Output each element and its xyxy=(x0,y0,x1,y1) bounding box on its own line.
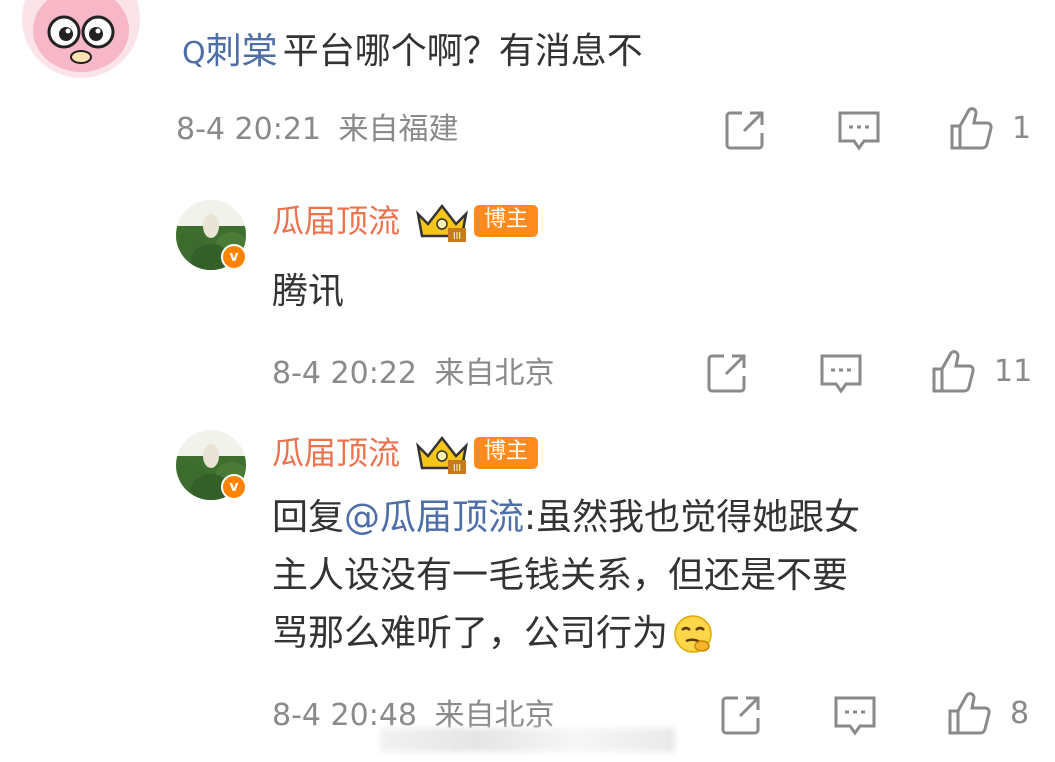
crown-icon: III xyxy=(416,435,468,474)
comment-icon xyxy=(820,354,862,394)
share-icon xyxy=(725,111,764,150)
comment-button[interactable] xyxy=(832,692,878,742)
reply-location: 来自北京 xyxy=(434,356,555,391)
thinking-emoji-icon xyxy=(674,615,712,653)
thumbs-up-icon xyxy=(950,107,993,150)
comment-button[interactable] xyxy=(818,350,864,400)
comment-icon xyxy=(838,111,880,151)
reply-date: 8-4 20:22 xyxy=(272,356,417,391)
reply-prefix: 回复 xyxy=(272,497,345,538)
pink-cartoon-avatar-icon xyxy=(33,0,129,72)
blurred-overlay xyxy=(380,728,675,752)
share-button[interactable] xyxy=(722,107,768,157)
rank-mark: III xyxy=(453,463,461,474)
reply-header: 瓜届顶流 III 博主 xyxy=(272,432,539,474)
like-button[interactable]: 11 xyxy=(930,349,1032,395)
verified-badge-icon: v xyxy=(221,244,247,270)
share-button[interactable] xyxy=(718,692,764,742)
comment-icon xyxy=(834,696,876,736)
blogger-badge: 博主 xyxy=(474,205,539,237)
blogger-badge: 博主 xyxy=(474,437,539,469)
reply-header: 瓜届顶流 III 博主 xyxy=(272,200,539,242)
reply-meta: 8-4 20:22 来自北京 xyxy=(272,356,555,392)
commenter-username[interactable]: 刺棠 xyxy=(206,31,278,72)
reply-username[interactable]: 瓜届顶流 xyxy=(272,433,400,473)
reply-text-rest: :虽然我也觉得她跟女 xyxy=(524,497,861,538)
like-count: 11 xyxy=(994,354,1033,389)
like-button[interactable]: 8 xyxy=(946,691,1029,737)
comment-date: 8-4 20:21 xyxy=(176,112,321,147)
verified-badge-icon: v xyxy=(221,474,247,500)
rank-mark: III xyxy=(453,231,461,242)
share-button[interactable] xyxy=(704,350,750,400)
reply-username[interactable]: 瓜届顶流 xyxy=(272,201,400,241)
commenter-avatar[interactable] xyxy=(22,0,140,78)
reply-text-line-3-text: 骂那么难听了，公司行为 xyxy=(272,613,669,654)
reply-text-line-1: 回复@瓜届顶流:虽然我也觉得她跟女 xyxy=(272,496,860,540)
thumbs-up-icon xyxy=(948,692,991,735)
share-icon xyxy=(721,696,760,735)
reply-text-line-2: 主人设没有一毛钱关系，但还是不要 xyxy=(272,555,849,596)
reply-text: 腾讯 xyxy=(272,271,345,312)
comment-body: Q刺棠 平台哪个啊？有消息不 xyxy=(182,22,643,72)
mention-link[interactable]: @瓜届顶流 xyxy=(344,497,524,538)
comment-meta: 8-4 20:21 来自福建 xyxy=(176,112,459,148)
comment-text: 平台哪个啊？有消息不 xyxy=(282,31,643,72)
reply-text-line-3: 骂那么难听了，公司行为 xyxy=(272,612,714,656)
comment-button[interactable] xyxy=(836,107,882,157)
like-count: 8 xyxy=(1010,696,1030,731)
like-count: 1 xyxy=(1012,111,1032,146)
crown-icon: III xyxy=(416,203,468,242)
like-button[interactable]: 1 xyxy=(948,106,1031,152)
comment-location: 来自福建 xyxy=(338,112,459,147)
share-icon xyxy=(707,354,746,393)
thumbs-up-icon xyxy=(932,350,975,393)
search-icon: Q xyxy=(182,36,206,71)
